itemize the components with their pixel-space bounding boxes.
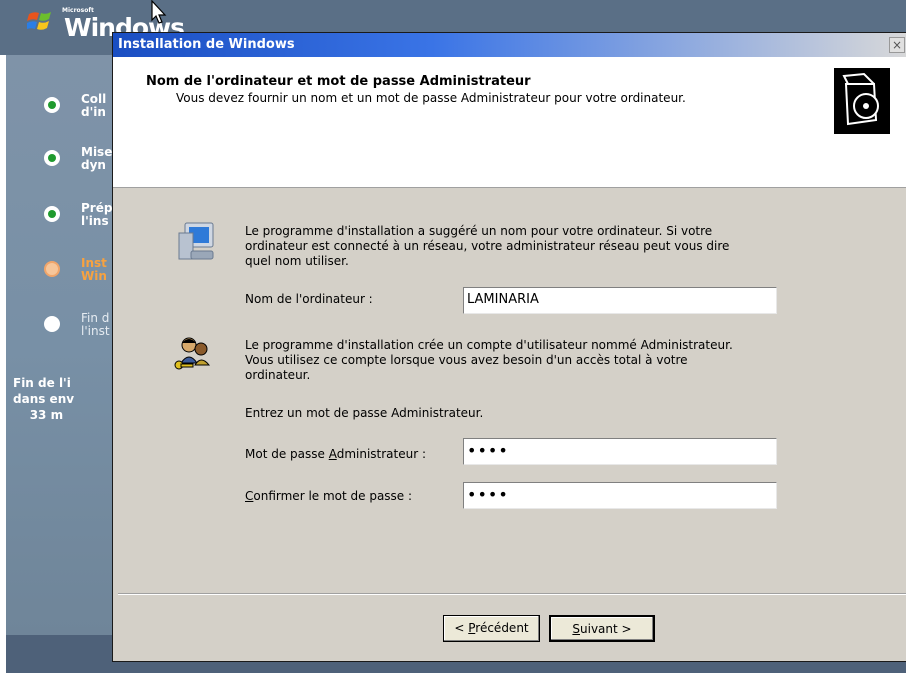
step-label: Fin d l'inst bbox=[81, 312, 110, 338]
dialog-title-bar[interactable]: Installation de Windows × bbox=[113, 33, 906, 57]
close-icon[interactable]: × bbox=[889, 37, 905, 53]
users-keys-icon bbox=[174, 337, 211, 370]
step-label: Prép l'ins bbox=[81, 202, 113, 228]
computer-name-description: Le programme d'installation a suggéré un… bbox=[245, 224, 730, 268]
step-done-indicator bbox=[44, 206, 60, 222]
button-separator bbox=[118, 593, 906, 595]
previous-button[interactable]: < Précédent bbox=[443, 615, 540, 642]
computer-icon bbox=[178, 222, 214, 260]
windows-flag-icon bbox=[27, 12, 51, 30]
dialog-title: Installation de Windows bbox=[118, 37, 295, 52]
next-button[interactable]: Suivant > bbox=[549, 615, 655, 642]
step-label: Coll d'in bbox=[81, 93, 107, 119]
enter-password-instruction: Entrez un mot de passe Administrateur. bbox=[245, 406, 484, 420]
administrator-description: Le programme d'installation crée un comp… bbox=[245, 338, 733, 382]
step-current-indicator bbox=[44, 261, 60, 277]
time-remaining-text: Fin de l'i dans env 33 m bbox=[13, 376, 75, 422]
computer-name-label: Nom de l'ordinateur : bbox=[245, 292, 373, 306]
page-title: Nom de l'ordinateur et mot de passe Admi… bbox=[146, 74, 531, 89]
page-subtitle: Vous devez fournir un nom et un mot de p… bbox=[176, 91, 686, 105]
mouse-pointer-icon bbox=[151, 0, 167, 24]
step-label: Inst Win bbox=[81, 257, 107, 283]
confirm-password-input[interactable]: •••• bbox=[463, 482, 777, 509]
admin-password-label: Mot de passe Administrateur : bbox=[245, 447, 427, 461]
admin-password-input[interactable]: •••• bbox=[463, 438, 777, 465]
step-done-indicator bbox=[44, 150, 60, 166]
setup-steps-panel bbox=[6, 55, 126, 635]
step-done-indicator bbox=[44, 97, 60, 113]
dialog-header: Nom de l'ordinateur et mot de passe Admi… bbox=[113, 57, 906, 188]
step-pending-indicator bbox=[44, 316, 60, 332]
dialog-content: Le programme d'installation a suggéré un… bbox=[113, 188, 906, 618]
computer-name-input[interactable]: LAMINARIA bbox=[463, 287, 777, 314]
setup-disc-icon bbox=[834, 68, 890, 134]
confirm-password-label: Confirmer le mot de passe : bbox=[245, 489, 413, 503]
installation-dialog: Installation de Windows × Nom de l'ordin… bbox=[112, 32, 906, 662]
step-label: Mise dyn bbox=[81, 146, 113, 172]
